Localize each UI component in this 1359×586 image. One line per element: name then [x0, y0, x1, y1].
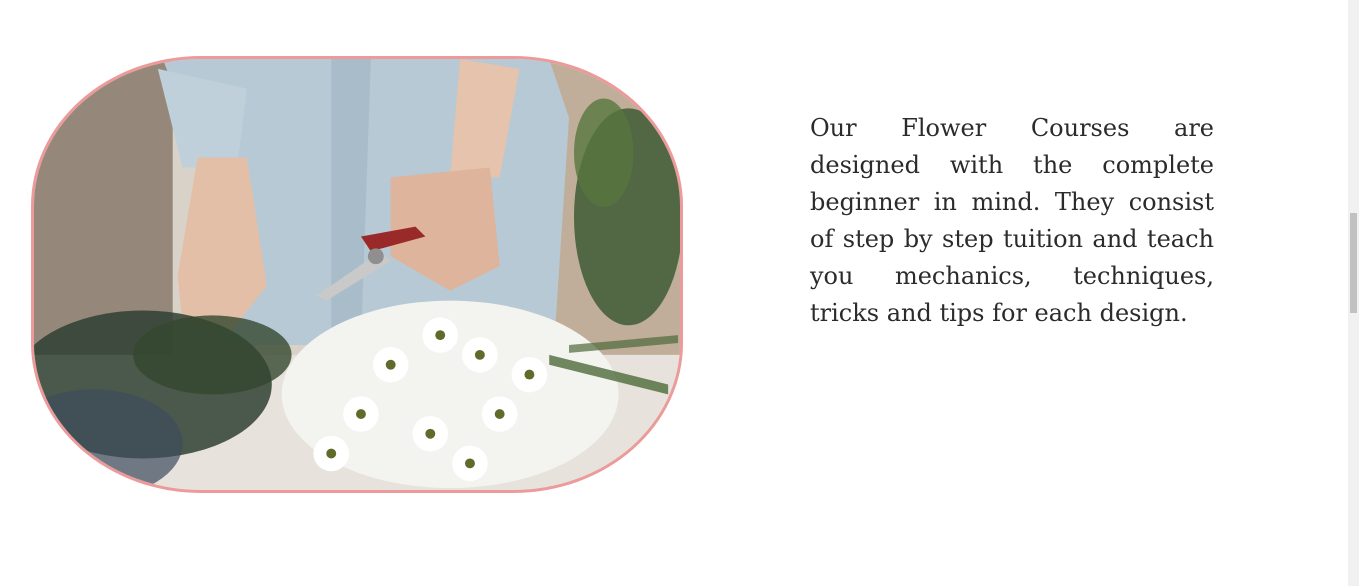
- florist-photo: [31, 56, 683, 493]
- scrollbar[interactable]: [1348, 0, 1359, 586]
- page: Our Flower Courses are designed with the…: [0, 0, 1359, 586]
- course-description: Our Flower Courses are designed with the…: [810, 114, 1214, 327]
- florist-photo-illustration: [34, 59, 680, 490]
- scrollbar-thumb[interactable]: [1350, 213, 1357, 313]
